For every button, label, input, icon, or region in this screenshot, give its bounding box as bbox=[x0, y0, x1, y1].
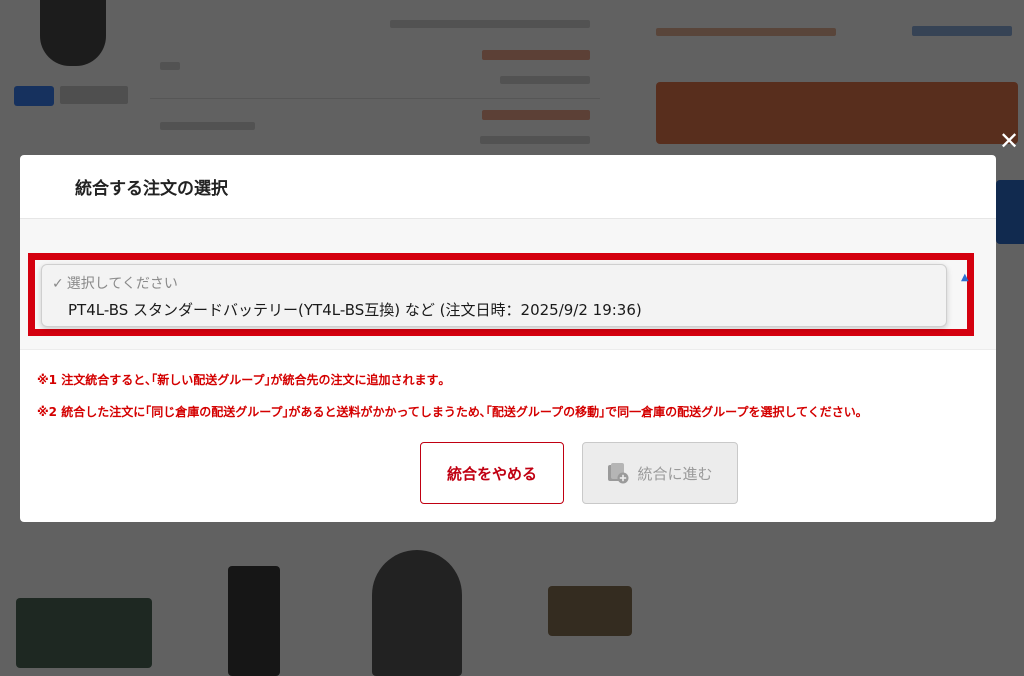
proceed-merge-button[interactable]: 統合に進む bbox=[582, 442, 738, 504]
close-icon[interactable]: ✕ bbox=[996, 128, 1022, 154]
proceed-merge-label: 統合に進む bbox=[637, 464, 713, 483]
modal-title: 統合する注文の選択 bbox=[75, 179, 228, 199]
select-option-order[interactable]: PT4L-BS スタンダードバッテリー(YT4L-BS互換) など (注文日時：… bbox=[68, 299, 642, 320]
placeholder-label: 選択してください bbox=[66, 276, 178, 292]
note-1: ※1 注文統合すると､｢新しい配送グループ｣が統合先の注文に追加されます｡ bbox=[37, 373, 445, 387]
order-select-area: ✓ 選択してください PT4L-BS スタンダードバッテリー(YT4L-BS互換)… bbox=[20, 219, 996, 350]
merge-add-icon bbox=[607, 462, 629, 484]
cancel-merge-button[interactable]: 統合をやめる bbox=[420, 442, 564, 504]
highlight-frame: ✓ 選択してください PT4L-BS スタンダードバッテリー(YT4L-BS互換)… bbox=[28, 253, 974, 336]
note-2: ※2 統合した注文に｢同じ倉庫の配送グループ｣があると送料がかかってしまうため､… bbox=[37, 405, 862, 419]
cancel-merge-label: 統合をやめる bbox=[446, 464, 537, 483]
modal-header: 統合する注文の選択 bbox=[20, 155, 996, 219]
chevron-down-icon: ▲ bbox=[961, 272, 969, 283]
order-select-dropdown[interactable]: ✓ 選択してください PT4L-BS スタンダードバッテリー(YT4L-BS互換)… bbox=[41, 264, 947, 327]
select-option-placeholder[interactable]: ✓ 選択してください bbox=[52, 273, 178, 293]
merge-order-dialog: 統合する注文の選択 ✓ 選択してください PT4L-BS スタンダードバッテリー(… bbox=[20, 155, 996, 522]
checkmark-icon: ✓ bbox=[52, 276, 64, 292]
